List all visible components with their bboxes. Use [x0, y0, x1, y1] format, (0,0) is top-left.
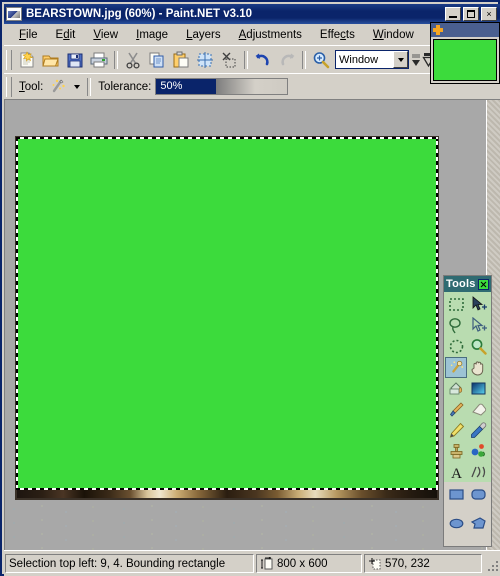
- maximize-button[interactable]: [463, 7, 479, 21]
- toolbar-separator-2: [244, 50, 248, 69]
- tools-palette[interactable]: Tools A: [443, 275, 492, 547]
- canvas-background-noise: [5, 503, 500, 550]
- paint-bucket-icon[interactable]: [445, 378, 467, 399]
- pan-icon[interactable]: [467, 357, 489, 378]
- main-toolbar: Window: [4, 45, 500, 73]
- menu-file-label: ile: [26, 28, 38, 41]
- tolerance-slider[interactable]: 50%: [155, 78, 289, 95]
- zoom-level-combobox[interactable]: Window: [335, 50, 409, 69]
- close-button[interactable]: ×: [481, 7, 497, 21]
- recolor-icon[interactable]: [467, 441, 489, 462]
- tool-options-grip[interactable]: [6, 76, 12, 97]
- cut-icon[interactable]: [121, 48, 145, 71]
- status-selection-pane: Selection top left: 9, 4. Bounding recta…: [5, 554, 254, 573]
- image-size-text: 800 x 600: [277, 557, 328, 570]
- tolerance-label: Tolerance:: [98, 80, 152, 93]
- menu-bar: File Edit View Image Layers Adjustments …: [4, 24, 500, 45]
- tool-dropdown-chevron-down-icon[interactable]: [69, 79, 84, 95]
- move-selection-icon[interactable]: [467, 315, 489, 336]
- status-cursor-pane: 570, 232: [364, 554, 482, 573]
- ellipse-select-icon[interactable]: [445, 336, 467, 357]
- copy-icon[interactable]: [145, 48, 169, 71]
- print-icon[interactable]: [87, 48, 111, 71]
- window-title: BEARSTOWN.jpg (60%) - Paint.NET v3.10: [26, 8, 252, 20]
- tools-palette-title: Tools: [446, 278, 476, 290]
- freeform-shape-icon[interactable]: [467, 513, 489, 534]
- line-curve-icon[interactable]: [467, 462, 489, 483]
- undo-icon[interactable]: [251, 48, 275, 71]
- paste-icon[interactable]: [169, 48, 193, 71]
- zoom-tool-icon[interactable]: [467, 336, 489, 357]
- deselect-all-icon[interactable]: [217, 48, 241, 71]
- app-icon: [6, 7, 22, 21]
- menu-view[interactable]: View: [84, 27, 127, 43]
- ellipse-shape-icon[interactable]: [445, 513, 467, 534]
- toolbar-grip[interactable]: [6, 49, 12, 70]
- tools-palette-close-icon[interactable]: [478, 278, 489, 290]
- zoom-level-value: Window: [339, 53, 379, 66]
- tolerance-remainder: [216, 79, 288, 94]
- toolbar-overflow-1[interactable]: [409, 49, 422, 71]
- canvas-area[interactable]: [4, 99, 500, 550]
- lasso-select-icon[interactable]: [445, 315, 467, 336]
- menu-adjustments[interactable]: Adjustments: [230, 27, 311, 43]
- tools-palette-title-bar[interactable]: Tools: [444, 276, 491, 292]
- menu-edit[interactable]: Edit: [47, 27, 85, 43]
- status-bar: Selection top left: 9, 4. Bounding recta…: [4, 550, 500, 576]
- magic-wand-icon[interactable]: [47, 75, 69, 98]
- menu-window[interactable]: Window: [364, 27, 423, 43]
- tool-label: Tool:: [19, 80, 44, 93]
- shape-tools-grid: [444, 482, 491, 542]
- text-icon[interactable]: A: [445, 462, 467, 483]
- gradient-icon[interactable]: [467, 378, 489, 399]
- tools-grid: A: [444, 292, 491, 482]
- cursor-position-text: 570, 232: [385, 557, 430, 570]
- color-picker-icon[interactable]: [467, 420, 489, 441]
- cursor-position-icon: [368, 557, 382, 571]
- open-icon[interactable]: [39, 48, 63, 71]
- thumbnail-window[interactable]: [430, 22, 500, 84]
- filled-selection-region[interactable]: [17, 138, 437, 489]
- paint-net-window: BEARSTOWN.jpg (60%) - Paint.NET v3.10 × …: [0, 0, 500, 576]
- eraser-icon[interactable]: [467, 399, 489, 420]
- toolbar-separator-3: [302, 50, 306, 69]
- chevron-down-icon[interactable]: [393, 51, 408, 68]
- rounded-rectangle-shape-icon[interactable]: [467, 484, 489, 505]
- menu-effects[interactable]: Effects: [311, 27, 364, 43]
- image-size-icon: [260, 556, 274, 571]
- zoom-icon[interactable]: [309, 48, 333, 71]
- tool-options-separator: [87, 77, 92, 96]
- tolerance-value: 50%: [160, 80, 183, 92]
- menu-file[interactable]: File: [10, 27, 47, 43]
- tool-options-bar: Tool: Tolerance: 50%: [4, 73, 500, 99]
- move-selected-icon[interactable]: [467, 294, 489, 315]
- window-controls: ×: [445, 7, 497, 21]
- toolbar-separator-1: [114, 50, 118, 69]
- new-icon[interactable]: [15, 48, 39, 71]
- window-frame: BEARSTOWN.jpg (60%) - Paint.NET v3.10 × …: [0, 0, 500, 576]
- rectangle-shape-icon[interactable]: [445, 484, 467, 505]
- menu-image[interactable]: Image: [127, 27, 177, 43]
- status-image-size-pane: 800 x 600: [256, 554, 362, 573]
- close-icon: ×: [486, 8, 492, 19]
- selection-info-text: Selection top left: 9, 4. Bounding recta…: [9, 557, 226, 570]
- magic-wand-tool-icon[interactable]: [445, 357, 467, 378]
- thumbnail-preview: [433, 39, 497, 81]
- redo-icon[interactable]: [275, 48, 299, 71]
- crop-to-selection-icon[interactable]: [193, 48, 217, 71]
- pencil-icon[interactable]: [445, 420, 467, 441]
- rectangle-select-icon[interactable]: [445, 294, 467, 315]
- title-bar: BEARSTOWN.jpg (60%) - Paint.NET v3.10 ×: [4, 4, 500, 24]
- clone-stamp-icon[interactable]: [445, 441, 467, 462]
- resize-grip[interactable]: [483, 556, 499, 572]
- menu-layers[interactable]: Layers: [177, 27, 230, 43]
- star-icon: [433, 25, 443, 35]
- save-icon[interactable]: [63, 48, 87, 71]
- paintbrush-icon[interactable]: [445, 399, 467, 420]
- svg-text:A: A: [451, 466, 462, 481]
- minimize-button[interactable]: [445, 7, 461, 21]
- thumbnail-window-title-bar: [431, 23, 499, 37]
